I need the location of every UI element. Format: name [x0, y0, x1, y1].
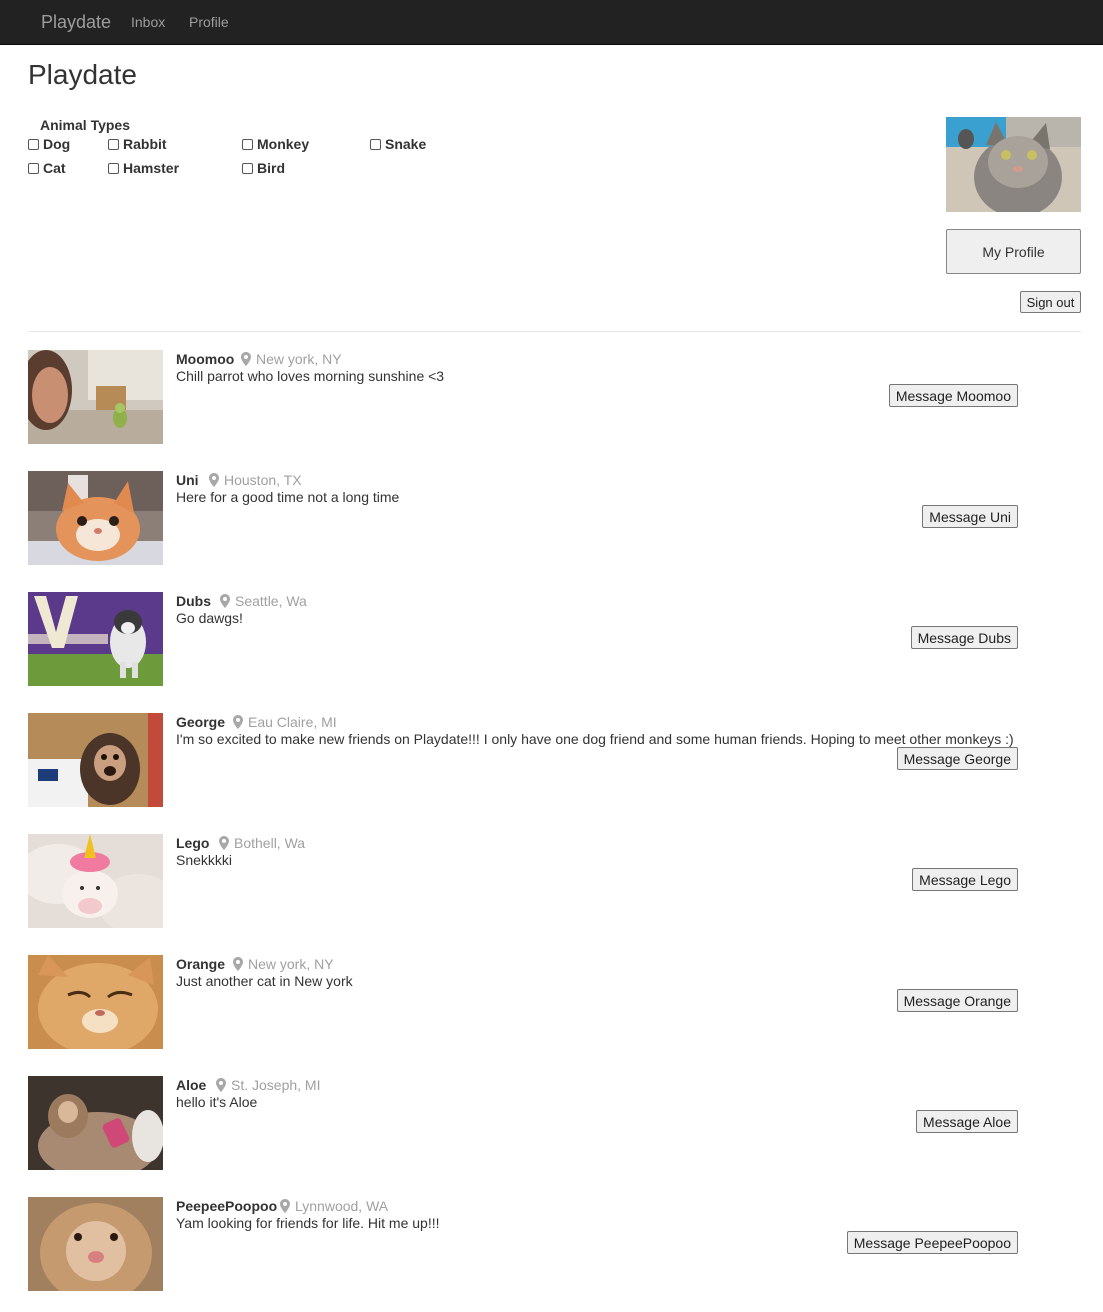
pet-description: Chill parrot who loves morning sunshine …	[176, 368, 445, 384]
checkbox[interactable]	[108, 162, 119, 174]
pet-location-text: Bothell, Wa	[234, 835, 306, 851]
checkbox[interactable]	[242, 162, 253, 174]
pet-location: New york, NY	[233, 956, 334, 972]
filter-option-hamster[interactable]: Hamster	[108, 160, 179, 176]
pet-location-text: Houston, TX	[224, 472, 302, 488]
map-pin-icon	[219, 836, 229, 850]
filter-option-bird[interactable]: Bird	[242, 160, 285, 176]
pet-location-text: Eau Claire, MI	[248, 714, 337, 730]
pet-photo	[28, 1197, 163, 1291]
pet-description: I'm so excited to make new friends on Pl…	[176, 731, 1014, 747]
pet-location-text: Seattle, Wa	[235, 593, 307, 609]
pet-card: PeepeePoopoo Lynnwood, WA Yam looking fo…	[28, 1197, 1081, 1292]
sign-out-button[interactable]: Sign out	[1020, 291, 1081, 313]
pet-photo	[28, 1076, 163, 1170]
message-pet-button[interactable]: Message Aloe	[916, 1110, 1018, 1133]
filter-option-label: Dog	[43, 136, 71, 152]
pet-location: Lynnwood, WA	[280, 1198, 388, 1214]
pet-name[interactable]: Aloe	[176, 1077, 206, 1093]
top-navbar: Playdate Inbox Profile	[0, 0, 1103, 45]
my-profile-photo	[946, 117, 1081, 212]
pet-location-text: Lynnwood, WA	[295, 1198, 389, 1214]
pet-location: Houston, TX	[209, 472, 302, 488]
message-pet-button[interactable]: Message George	[896, 747, 1018, 770]
my-profile-button[interactable]: My Profile	[946, 229, 1081, 274]
map-pin-icon	[209, 473, 219, 487]
pet-location: Bothell, Wa	[219, 835, 305, 851]
filter-option-snake[interactable]: Snake	[370, 136, 426, 152]
pet-location: Eau Claire, MI	[233, 714, 337, 730]
pet-name[interactable]: Lego	[176, 835, 209, 851]
pet-location-text: St. Joseph, MI	[231, 1077, 321, 1093]
pet-card: Orange New york, NY Just another cat in …	[28, 955, 1081, 1050]
checkbox[interactable]	[108, 138, 119, 150]
map-pin-icon	[241, 352, 251, 366]
pet-name[interactable]: PeepeePoopoo	[176, 1198, 277, 1214]
filter-option-rabbit[interactable]: Rabbit	[108, 136, 167, 152]
filter-option-monkey[interactable]: Monkey	[242, 136, 309, 152]
pet-card: Lego Bothell, Wa Snekkkki Message Lego	[28, 834, 1081, 929]
pet-description: Snekkkki	[176, 852, 233, 868]
nav-link-inbox[interactable]: Inbox	[131, 14, 165, 30]
checkbox[interactable]	[242, 138, 253, 150]
pet-location: St. Joseph, MI	[216, 1077, 320, 1093]
divider	[28, 331, 1081, 332]
map-pin-icon	[216, 1078, 226, 1092]
pet-photo	[28, 713, 163, 807]
pet-photo	[28, 471, 163, 565]
filter-option-label: Rabbit	[123, 136, 167, 152]
pet-description: Just another cat in New york	[176, 973, 353, 989]
pet-card: George Eau Claire, MI I'm so excited to …	[28, 713, 1081, 808]
pet-photo	[28, 350, 163, 444]
pet-name[interactable]: Uni	[176, 472, 199, 488]
pet-name[interactable]: George	[176, 714, 225, 730]
pet-location-text: New york, NY	[256, 351, 342, 367]
pet-photo	[28, 955, 163, 1049]
pet-description: hello it's Aloe	[176, 1094, 258, 1110]
pet-photo	[28, 592, 163, 686]
pet-name[interactable]: Dubs	[176, 593, 211, 609]
pet-location-text: New york, NY	[248, 956, 334, 972]
filter-option-dog[interactable]: Dog	[28, 136, 70, 152]
message-pet-button[interactable]: Message Moomoo	[888, 384, 1018, 407]
filter-option-label: Cat	[43, 160, 66, 176]
pet-card: Dubs Seattle, Wa Go dawgs! Message Dubs	[28, 592, 1081, 687]
pet-description: Here for a good time not a long time	[176, 489, 400, 505]
pet-description: Go dawgs!	[176, 610, 243, 626]
pet-description: Yam looking for friends for life. Hit me…	[176, 1215, 440, 1231]
message-pet-button[interactable]: Message Dubs	[910, 626, 1018, 649]
checkbox[interactable]	[28, 138, 39, 150]
map-pin-icon	[233, 957, 243, 971]
message-pet-button[interactable]: Message Lego	[912, 868, 1018, 891]
page-title: Playdate	[28, 59, 137, 90]
navbar-brand[interactable]: Playdate	[41, 12, 111, 33]
pet-location: Seattle, Wa	[220, 593, 307, 609]
filter-legend: Animal Types	[40, 117, 130, 133]
pet-card: Moomoo New york, NY Chill parrot who lov…	[28, 350, 1081, 445]
checkbox[interactable]	[28, 162, 39, 174]
pet-photo	[28, 834, 163, 928]
pet-card: Aloe St. Joseph, MI hello it's Aloe Mess…	[28, 1076, 1081, 1171]
map-pin-icon	[280, 1199, 290, 1213]
pet-name[interactable]: Moomoo	[176, 351, 234, 367]
message-pet-button[interactable]: Message Orange	[896, 989, 1018, 1012]
filter-option-label: Hamster	[123, 160, 180, 176]
checkbox[interactable]	[370, 138, 381, 150]
filter-option-label: Monkey	[257, 136, 310, 152]
message-pet-button[interactable]: Message PeepeePoopoo	[846, 1231, 1018, 1254]
pet-card: Uni Houston, TX Here for a good time not…	[28, 471, 1081, 566]
pet-location: New york, NY	[241, 351, 342, 367]
filter-option-cat[interactable]: Cat	[28, 160, 66, 176]
filter-option-label: Bird	[257, 160, 285, 176]
message-pet-button[interactable]: Message Uni	[922, 505, 1018, 528]
pet-name[interactable]: Orange	[176, 956, 225, 972]
map-pin-icon	[233, 715, 243, 729]
filter-option-label: Snake	[385, 136, 427, 152]
nav-link-profile[interactable]: Profile	[189, 14, 229, 30]
map-pin-icon	[220, 594, 230, 608]
